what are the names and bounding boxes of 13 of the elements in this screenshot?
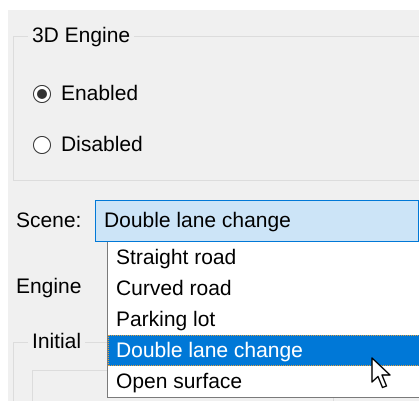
dropdown-option[interactable]: Parking lot	[108, 304, 419, 335]
radio-label[interactable]: Disabled	[61, 132, 143, 158]
scene-dropdown[interactable]: Double lane change	[94, 200, 419, 242]
mouse-pointer-icon	[371, 357, 393, 390]
dropdown-option[interactable]: Straight road	[108, 242, 419, 273]
engine-label: Engine	[15, 274, 82, 300]
radio-button[interactable]	[33, 136, 51, 154]
radio-label[interactable]: Enabled	[61, 80, 138, 106]
radio-button[interactable]	[33, 84, 51, 102]
scene-label: Scene:	[15, 208, 82, 234]
dropdown-option[interactable]: Double lane change	[108, 335, 419, 366]
dropdown-option[interactable]: Open surface	[108, 366, 419, 397]
dropdown-option[interactable]: Curved road	[108, 273, 419, 304]
